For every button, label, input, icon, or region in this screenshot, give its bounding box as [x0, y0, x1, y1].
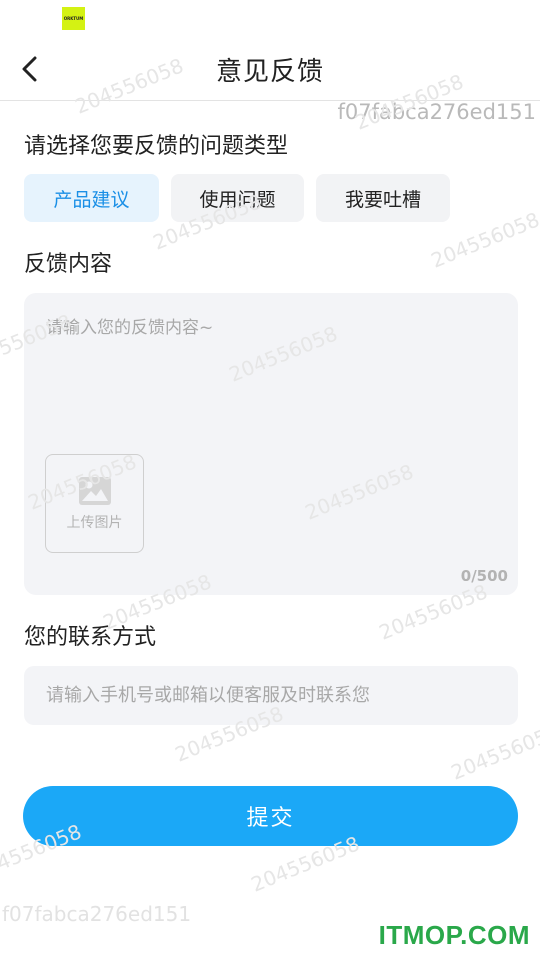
feedback-content-label: 反馈内容 [24, 252, 113, 277]
device-id-label: f07fabca276ed151 [337, 100, 536, 124]
contact-input[interactable] [24, 666, 518, 725]
contact-label: 您的联系方式 [24, 625, 157, 650]
watermark: 204556058 [447, 719, 540, 785]
feedback-type-label: 请选择您要反馈的问题类型 [24, 134, 289, 159]
type-tab-product-suggestion[interactable]: 产品建议 [24, 174, 159, 222]
site-watermark: ITMOP.COM [378, 920, 530, 950]
char-count: 0/500 [460, 567, 508, 585]
type-tab-complaint[interactable]: 我要吐槽 [316, 174, 450, 222]
feedback-type-tabs: 产品建议 使用问题 我要吐槽 [24, 174, 450, 222]
page-title: 意见反馈 [215, 57, 324, 87]
status-bar-logo: ORKTUM [62, 7, 85, 30]
header: 意见反馈 [0, 37, 540, 101]
submit-button[interactable]: 提交 [23, 786, 518, 846]
device-id-watermark-bottom: f07fabca276ed151 [2, 902, 192, 926]
type-tab-usage-problem[interactable]: 使用问题 [171, 174, 304, 222]
image-icon [78, 476, 111, 505]
feedback-content-box: 上传图片 0/500 [24, 293, 518, 595]
feedback-content-input[interactable] [46, 313, 486, 443]
upload-image-label: 上传图片 [66, 514, 123, 531]
upload-image-button[interactable]: 上传图片 [45, 454, 144, 553]
